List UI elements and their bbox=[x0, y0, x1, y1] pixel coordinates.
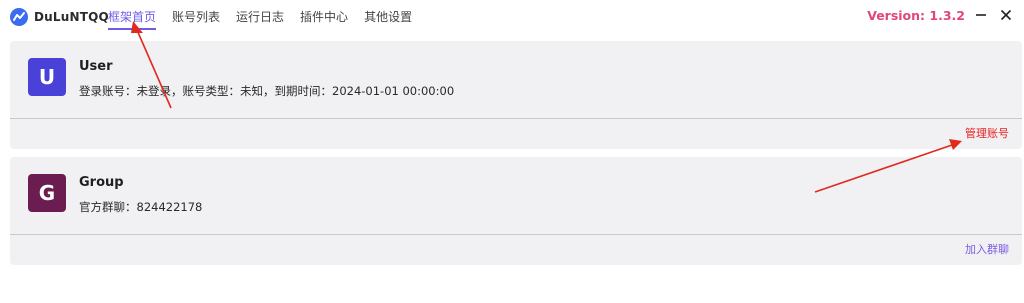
tab-other-settings[interactable]: 其他设置 bbox=[364, 8, 412, 30]
group-card: G Group 官方群聊：824422178 加入群聊 bbox=[10, 157, 1022, 265]
minimize-button[interactable] bbox=[972, 5, 990, 25]
minimize-icon bbox=[976, 14, 986, 16]
group-info: 官方群聊：824422178 bbox=[79, 200, 203, 214]
group-avatar: G bbox=[28, 174, 66, 212]
tab-home[interactable]: 框架首页 bbox=[108, 8, 157, 30]
manage-account-link[interactable]: 管理账号 bbox=[965, 125, 1009, 141]
group-card-title: Group bbox=[79, 175, 124, 190]
top-bar: DuLuNTQQ 框架首页 账号列表 运行日志 插件中心 其他设置 Versio… bbox=[0, 0, 1024, 34]
tab-run-log[interactable]: 运行日志 bbox=[236, 8, 284, 30]
close-icon bbox=[1000, 9, 1012, 21]
version-label: Version: 1.3.2 bbox=[867, 8, 965, 23]
user-card: U User 登录账号：未登录，账号类型：未知，到期时间：2024-01-01 … bbox=[10, 41, 1022, 149]
app-name: DuLuNTQQ bbox=[34, 10, 109, 24]
close-button[interactable] bbox=[997, 5, 1015, 25]
app-window: DuLuNTQQ 框架首页 账号列表 运行日志 插件中心 其他设置 Versio… bbox=[0, 0, 1024, 303]
brand: DuLuNTQQ bbox=[10, 7, 109, 27]
tab-plugin-center[interactable]: 插件中心 bbox=[300, 8, 348, 30]
join-group-link[interactable]: 加入群聊 bbox=[965, 241, 1009, 257]
app-logo-icon bbox=[10, 8, 28, 26]
tab-account-list[interactable]: 账号列表 bbox=[172, 8, 220, 30]
group-card-body: G Group 官方群聊：824422178 bbox=[10, 157, 1022, 235]
user-card-body: U User 登录账号：未登录，账号类型：未知，到期时间：2024-01-01 … bbox=[10, 41, 1022, 119]
user-card-title: User bbox=[79, 59, 113, 74]
user-avatar: U bbox=[28, 58, 66, 96]
main-nav: 框架首页 账号列表 运行日志 插件中心 其他设置 bbox=[108, 8, 412, 30]
user-login-info: 登录账号：未登录，账号类型：未知，到期时间：2024-01-01 00:00:0… bbox=[79, 84, 455, 98]
